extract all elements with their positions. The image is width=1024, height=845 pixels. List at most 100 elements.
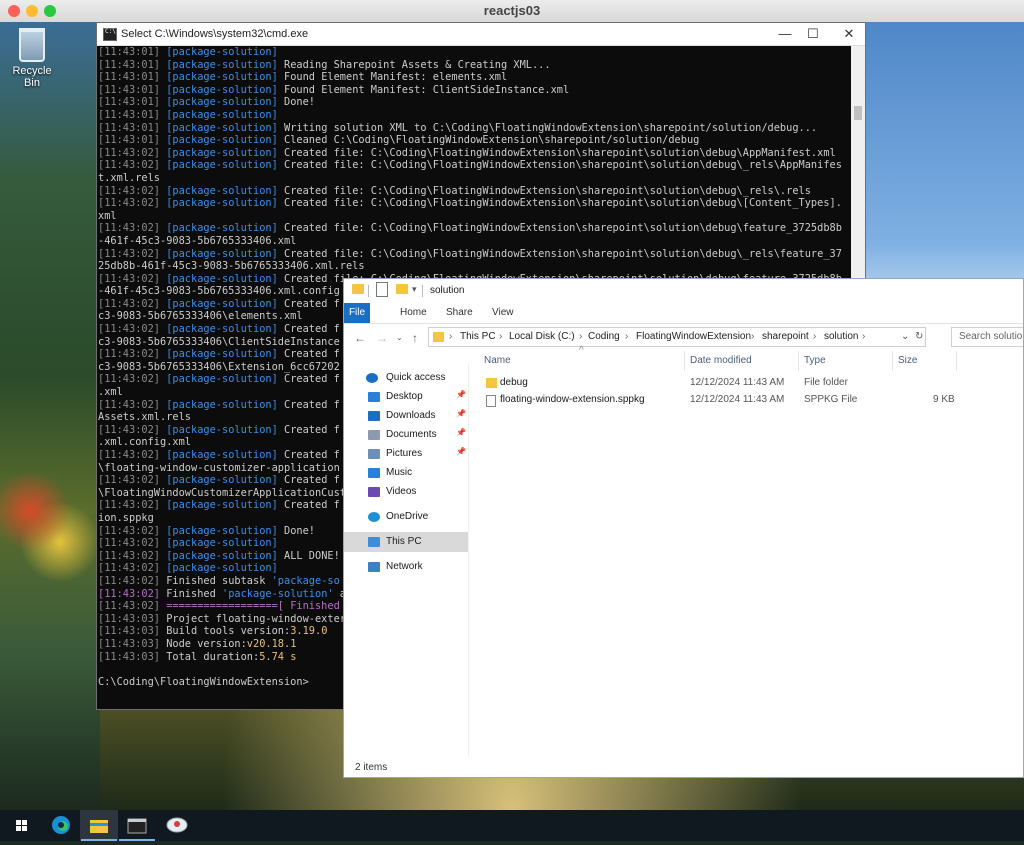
console-text: c3-9083-5b6765333406\ClientSideInstance (98, 335, 340, 348)
qat-dropdown-icon[interactable]: ▾ (412, 284, 417, 295)
console-text: v20.18.1 (246, 637, 297, 650)
new-folder-icon[interactable] (396, 284, 408, 294)
nav-item-pictures[interactable]: Pictures 📌 (344, 444, 468, 464)
column-divider[interactable] (892, 351, 893, 371)
console-text: \floating-window-customizer-application (98, 461, 340, 474)
console-line: [11:43:01] [package-solution] (98, 109, 851, 122)
pin-icon[interactable]: 📌 (456, 390, 466, 399)
nav-item-downloads[interactable]: Downloads 📌 (344, 406, 468, 426)
console-text: [package-solution] (166, 222, 278, 235)
console-text: Created file: C:\Coding\FloatingWindowEx… (277, 146, 836, 159)
file-row[interactable]: floating-window-extension.sppkg 12/12/202… (470, 392, 1023, 408)
address-bar[interactable]: › This PC › Local Disk (C:) › Coding › F… (428, 327, 926, 347)
console-text: [11:43:02] (98, 222, 167, 235)
console-text: [package-solution] (166, 197, 278, 210)
console-text: Node version: (166, 637, 247, 650)
refresh-icon[interactable]: ↻ (915, 331, 923, 342)
column-type[interactable]: Type (804, 355, 826, 366)
nav-item-documents[interactable]: Documents 📌 (344, 425, 468, 445)
nav-item-music[interactable]: Music (344, 463, 468, 483)
console-text: [11:43:02] (98, 348, 167, 361)
file-row[interactable]: debug 12/12/2024 11:43 AM File folder (470, 375, 1023, 391)
console-text: [package-solution] (166, 323, 278, 336)
taskbar-cmd-button[interactable] (118, 810, 156, 841)
nav-item-onedrive[interactable]: OneDrive (344, 507, 468, 527)
up-arrow-icon[interactable]: ↑ (412, 331, 418, 345)
nav-item-quick-access[interactable]: Quick access (344, 368, 468, 388)
breadcrumb-coding[interactable]: Coding (588, 331, 620, 342)
tab-view[interactable]: View (482, 303, 524, 323)
console-text: [package-solution] (166, 272, 278, 285)
column-size[interactable]: Size (898, 355, 917, 366)
cmd-minimize-button[interactable]: — (771, 25, 799, 43)
column-divider[interactable] (798, 351, 799, 371)
console-text: .xml.config.xml (98, 436, 191, 449)
console-text: ALL DONE! (277, 549, 340, 562)
taskbar-edge-button[interactable] (42, 810, 80, 841)
console-text: [11:43:01] (98, 58, 167, 71)
column-date-modified[interactable]: Date modified (690, 355, 752, 366)
sort-chevron-icon: ^ (579, 345, 584, 356)
breadcrumb-separator: › (449, 331, 453, 342)
column-divider[interactable] (684, 351, 685, 371)
tab-file[interactable]: File (344, 303, 370, 323)
recent-locations-icon[interactable]: ⌄ (396, 333, 403, 342)
qat-divider (368, 285, 369, 297)
pin-icon[interactable]: 📌 (456, 447, 466, 456)
forward-arrow-icon[interactable]: → (376, 331, 388, 345)
breadcrumb-sharepoint[interactable]: sharepoint (762, 331, 809, 342)
console-text: Created file: C:\Coding\FloatingWindowEx… (277, 159, 842, 172)
nav-item-network[interactable]: Network (344, 557, 468, 577)
console-text: Created f (277, 348, 340, 361)
pin-icon[interactable]: 📌 (456, 409, 466, 418)
nav-item-desktop[interactable]: Desktop 📌 (344, 387, 468, 407)
file-type: File folder (804, 377, 848, 388)
recycle-bin-icon (19, 28, 45, 62)
console-line: [11:43:01] [package-solution] Cleaned C:… (98, 134, 851, 147)
windows-logo-icon (16, 820, 27, 831)
properties-icon[interactable] (376, 282, 388, 297)
nav-item-this-pc[interactable]: This PC (344, 532, 468, 552)
cmd-scroll-thumb[interactable] (854, 106, 862, 120)
console-text: Created file: C:\Coding\FloatingWindowEx… (277, 184, 811, 197)
taskbar-app-button[interactable] (158, 810, 196, 841)
recycle-bin-shortcut[interactable]: Recycle Bin (6, 28, 58, 89)
nav-item-videos[interactable]: Videos (344, 482, 468, 502)
pin-icon[interactable]: 📌 (456, 428, 466, 437)
address-dropdown-icon[interactable]: ⌄ (901, 331, 909, 342)
console-text: Done! (277, 96, 315, 109)
tab-home[interactable]: Home (390, 303, 437, 323)
back-arrow-icon[interactable]: ← (354, 331, 366, 345)
console-line: t.xml.rels (98, 172, 851, 185)
console-text: [package-solution] (166, 562, 278, 575)
breadcrumb-local-disk[interactable]: Local Disk (C:) (509, 331, 575, 342)
start-button[interactable] (3, 810, 41, 841)
taskbar-file-explorer-button[interactable] (80, 810, 118, 841)
console-line: [11:43:01] [package-solution] Done! (98, 96, 851, 109)
file-modified: 12/12/2024 11:43 AM (690, 377, 785, 388)
console-text: [11:43:03] (98, 637, 167, 650)
nav-item-label: Downloads (386, 410, 436, 421)
explorer-titlebar[interactable]: ▾ solution (344, 279, 1023, 303)
breadcrumb-floatingwindowextension[interactable]: FloatingWindowExtension (636, 331, 751, 342)
console-text: Assets.xml.rels (98, 411, 191, 424)
console-text: [package-solution] (166, 121, 278, 134)
console-text: Build tools version: (166, 625, 291, 638)
breadcrumb-solution[interactable]: solution (824, 331, 858, 342)
breadcrumb-this-pc[interactable]: This PC (460, 331, 496, 342)
console-text: Finished (166, 587, 222, 600)
cmd-title: Select C:\Windows\system32\cmd.exe (121, 28, 309, 40)
console-line: xml (98, 210, 851, 223)
tab-share[interactable]: Share (436, 303, 483, 323)
picture-icon (368, 449, 380, 459)
search-input[interactable]: Search solution (951, 327, 1023, 347)
cmd-titlebar[interactable]: Select C:\Windows\system32\cmd.exe — ☐ ✕ (97, 23, 865, 46)
console-line: 25db8b-461f-45c3-9083-5b6765333406.xml.r… (98, 260, 851, 273)
column-name[interactable]: Name (484, 355, 511, 366)
cmd-close-button[interactable]: ✕ (835, 25, 863, 43)
console-text: [11:43:02] (98, 574, 167, 587)
console-text: \FloatingWindowCustomizerApplicationCust (98, 486, 346, 499)
cmd-maximize-button[interactable]: ☐ (799, 25, 827, 43)
console-text: [package-solution] (166, 146, 278, 159)
column-divider[interactable] (956, 351, 957, 371)
